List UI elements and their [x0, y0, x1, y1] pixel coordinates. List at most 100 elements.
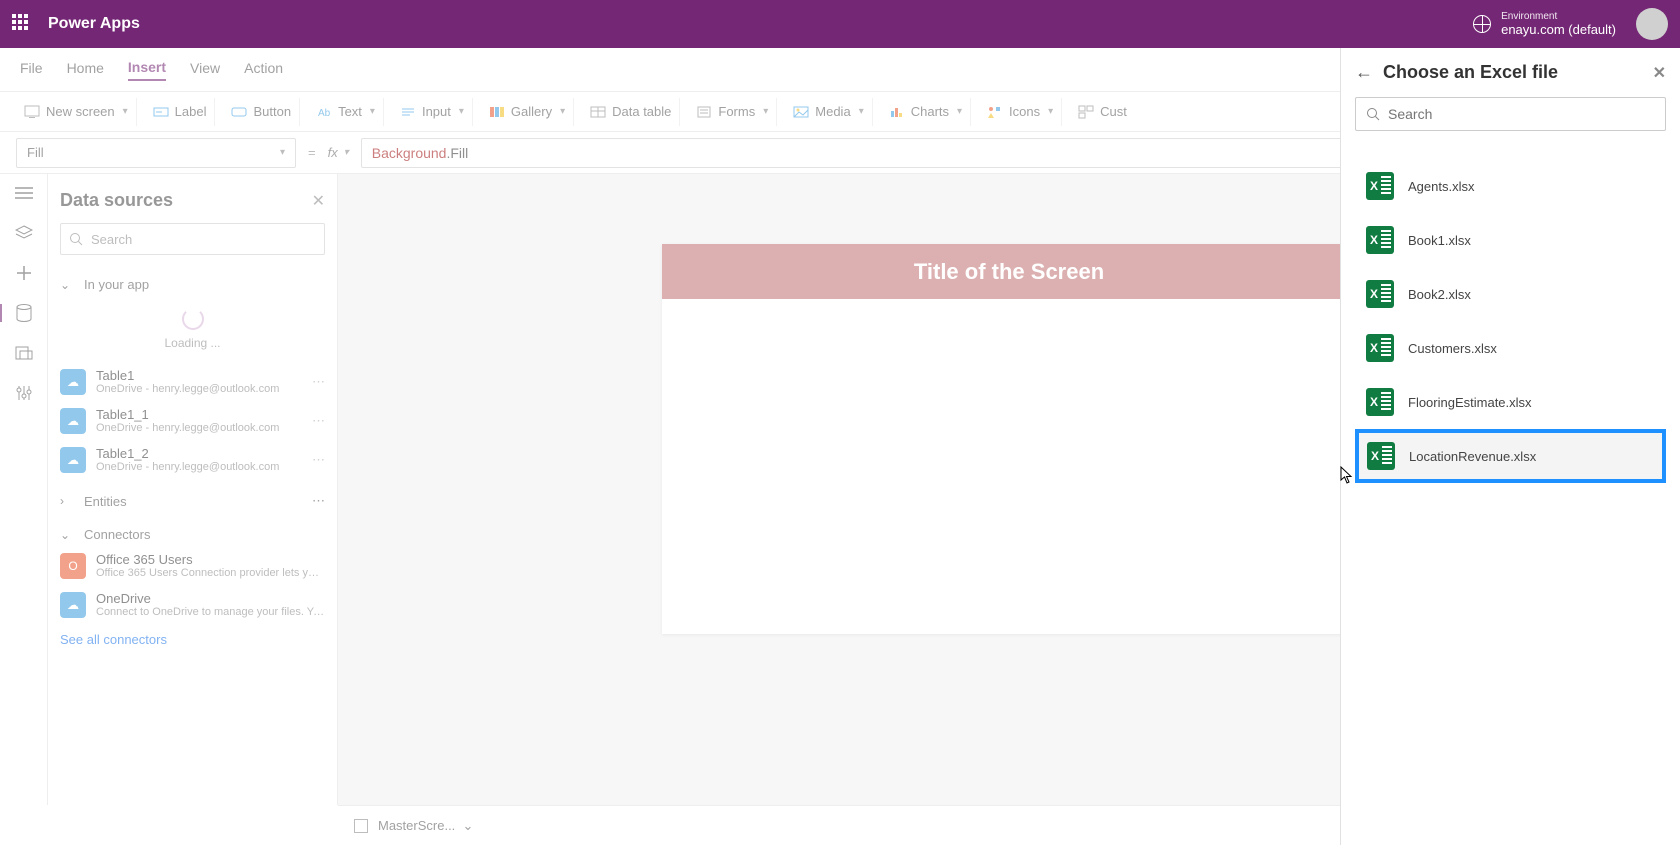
file-name: Customers.xlsx — [1408, 341, 1497, 356]
back-arrow-icon[interactable]: ← — [1355, 62, 1373, 83]
checkbox[interactable] — [354, 819, 368, 833]
excel-icon — [1367, 442, 1395, 470]
excel-icon — [1366, 172, 1394, 200]
formula-token-1: Background — [372, 145, 447, 161]
app-launcher-icon[interactable] — [12, 14, 32, 34]
label-button[interactable]: Label — [145, 98, 216, 126]
data-sources-search[interactable]: Search — [60, 223, 325, 255]
onedrive-icon: ☁ — [60, 447, 86, 473]
gallery-icon — [489, 105, 505, 119]
media-icon — [793, 105, 809, 119]
menu-insert[interactable]: Insert — [128, 59, 166, 81]
equals-sign: = — [308, 145, 316, 160]
icons-icon — [987, 105, 1003, 119]
table-item[interactable]: ☁ Table1_2OneDrive - henry.legge@outlook… — [60, 440, 325, 479]
excel-icon — [1366, 280, 1394, 308]
add-icon[interactable] — [14, 264, 34, 282]
canvas-title-bar: Title of the Screen — [662, 244, 1356, 299]
loading-indicator: Loading ... — [60, 308, 325, 350]
screen-icon — [24, 105, 40, 119]
app-name: Power Apps — [48, 15, 140, 33]
icons-label: Icons — [1009, 104, 1040, 119]
file-search[interactable] — [1355, 97, 1666, 131]
data-table-button[interactable]: Data table — [582, 98, 680, 126]
connector-item[interactable]: O Office 365 UsersOffice 365 Users Conne… — [60, 546, 325, 585]
forms-icon — [696, 105, 712, 119]
more-icon[interactable]: ⋯ — [312, 413, 325, 429]
formula-token-2: .Fill — [446, 145, 468, 161]
file-item-highlighted[interactable]: LocationRevenue.xlsx — [1355, 429, 1666, 483]
canvas[interactable]: Title of the Screen — [662, 244, 1356, 634]
text-label: Text — [338, 104, 362, 119]
table-sub: OneDrive - henry.legge@outlook.com — [96, 461, 302, 473]
new-screen-button[interactable]: New screen▾ — [16, 98, 137, 126]
gallery-label: Gallery — [511, 104, 552, 119]
custom-button[interactable]: Cust — [1070, 98, 1135, 126]
connectors-header[interactable]: ⌄Connectors — [60, 523, 325, 546]
button-label: Button — [253, 104, 291, 119]
menu-action[interactable]: Action — [244, 60, 283, 80]
data-icon[interactable] — [0, 304, 34, 322]
file-list: Agents.xlsx Book1.xlsx Book2.xlsx Custom… — [1355, 159, 1666, 483]
charts-button[interactable]: Charts▾ — [881, 98, 971, 126]
close-icon[interactable]: ✕ — [1653, 63, 1666, 83]
button-icon — [231, 105, 247, 119]
layers-icon[interactable] — [14, 224, 34, 242]
file-item[interactable]: FlooringEstimate.xlsx — [1355, 375, 1666, 429]
more-icon[interactable]: ⋯ — [312, 374, 325, 390]
media-rail-icon[interactable] — [14, 344, 34, 362]
advanced-icon[interactable] — [14, 384, 34, 402]
table-name: Table1 — [96, 368, 302, 383]
data-table-icon — [590, 105, 606, 119]
search-icon — [1366, 107, 1380, 121]
table-sub: OneDrive - henry.legge@outlook.com — [96, 422, 302, 434]
file-item[interactable]: Agents.xlsx — [1355, 159, 1666, 213]
table-name: Table1_1 — [96, 407, 302, 422]
icons-button[interactable]: Icons▾ — [979, 98, 1062, 126]
environment-picker[interactable]: Environment enayu.com (default) — [1501, 11, 1616, 37]
input-button[interactable]: Input▾ — [392, 98, 473, 126]
screen-selector[interactable]: MasterScre... ⌄ — [378, 818, 473, 834]
table-item[interactable]: ☁ Table1OneDrive - henry.legge@outlook.c… — [60, 362, 325, 401]
menu-view[interactable]: View — [190, 60, 220, 80]
connector-item[interactable]: ☁ OneDriveConnect to OneDrive to manage … — [60, 585, 325, 624]
property-name: Fill — [27, 145, 44, 160]
see-all-connectors-link[interactable]: See all connectors — [60, 632, 325, 647]
data-sources-title: Data sources ✕ — [60, 190, 325, 211]
forms-button[interactable]: Forms▾ — [688, 98, 777, 126]
tree-view-icon[interactable] — [14, 184, 34, 202]
table-sub: OneDrive - henry.legge@outlook.com — [96, 383, 302, 395]
more-icon[interactable]: ⋯ — [312, 493, 325, 509]
app-header: Power Apps Environment enayu.com (defaul… — [0, 0, 1680, 48]
data-table-label: Data table — [612, 104, 671, 119]
connector-name: OneDrive — [96, 591, 325, 606]
entities-header[interactable]: ›Entities ⋯ — [60, 489, 325, 513]
avatar[interactable] — [1636, 8, 1668, 40]
close-icon[interactable]: ✕ — [312, 191, 325, 211]
button-button[interactable]: Button — [223, 98, 300, 126]
menu-home[interactable]: Home — [67, 60, 104, 80]
menu-file[interactable]: File — [20, 60, 43, 80]
file-name: FlooringEstimate.xlsx — [1408, 395, 1532, 410]
office365-icon: O — [60, 553, 86, 579]
file-item[interactable]: Book2.xlsx — [1355, 267, 1666, 321]
table-name: Table1_2 — [96, 446, 302, 461]
file-item[interactable]: Customers.xlsx — [1355, 321, 1666, 375]
text-button[interactable]: Ab Text▾ — [308, 98, 384, 126]
file-search-input[interactable] — [1388, 106, 1655, 122]
onedrive-icon: ☁ — [60, 369, 86, 395]
in-your-app-header[interactable]: ⌄In your app — [60, 273, 325, 296]
table-item[interactable]: ☁ Table1_1OneDrive - henry.legge@outlook… — [60, 401, 325, 440]
file-item[interactable]: Book1.xlsx — [1355, 213, 1666, 267]
property-dropdown[interactable]: Fill ▾ — [16, 138, 296, 168]
fx-label[interactable]: fx▾ — [328, 145, 349, 160]
more-icon[interactable]: ⋯ — [312, 452, 325, 468]
excel-icon — [1366, 334, 1394, 362]
media-label: Media — [815, 104, 850, 119]
choose-excel-panel: ← Choose an Excel file ✕ Agents.xlsx Boo… — [1340, 48, 1680, 845]
svg-text:Ab: Ab — [318, 108, 331, 119]
media-button[interactable]: Media▾ — [785, 98, 872, 126]
gallery-button[interactable]: Gallery▾ — [481, 98, 574, 126]
text-icon: Ab — [316, 105, 332, 119]
environment-label: Environment — [1501, 11, 1616, 22]
